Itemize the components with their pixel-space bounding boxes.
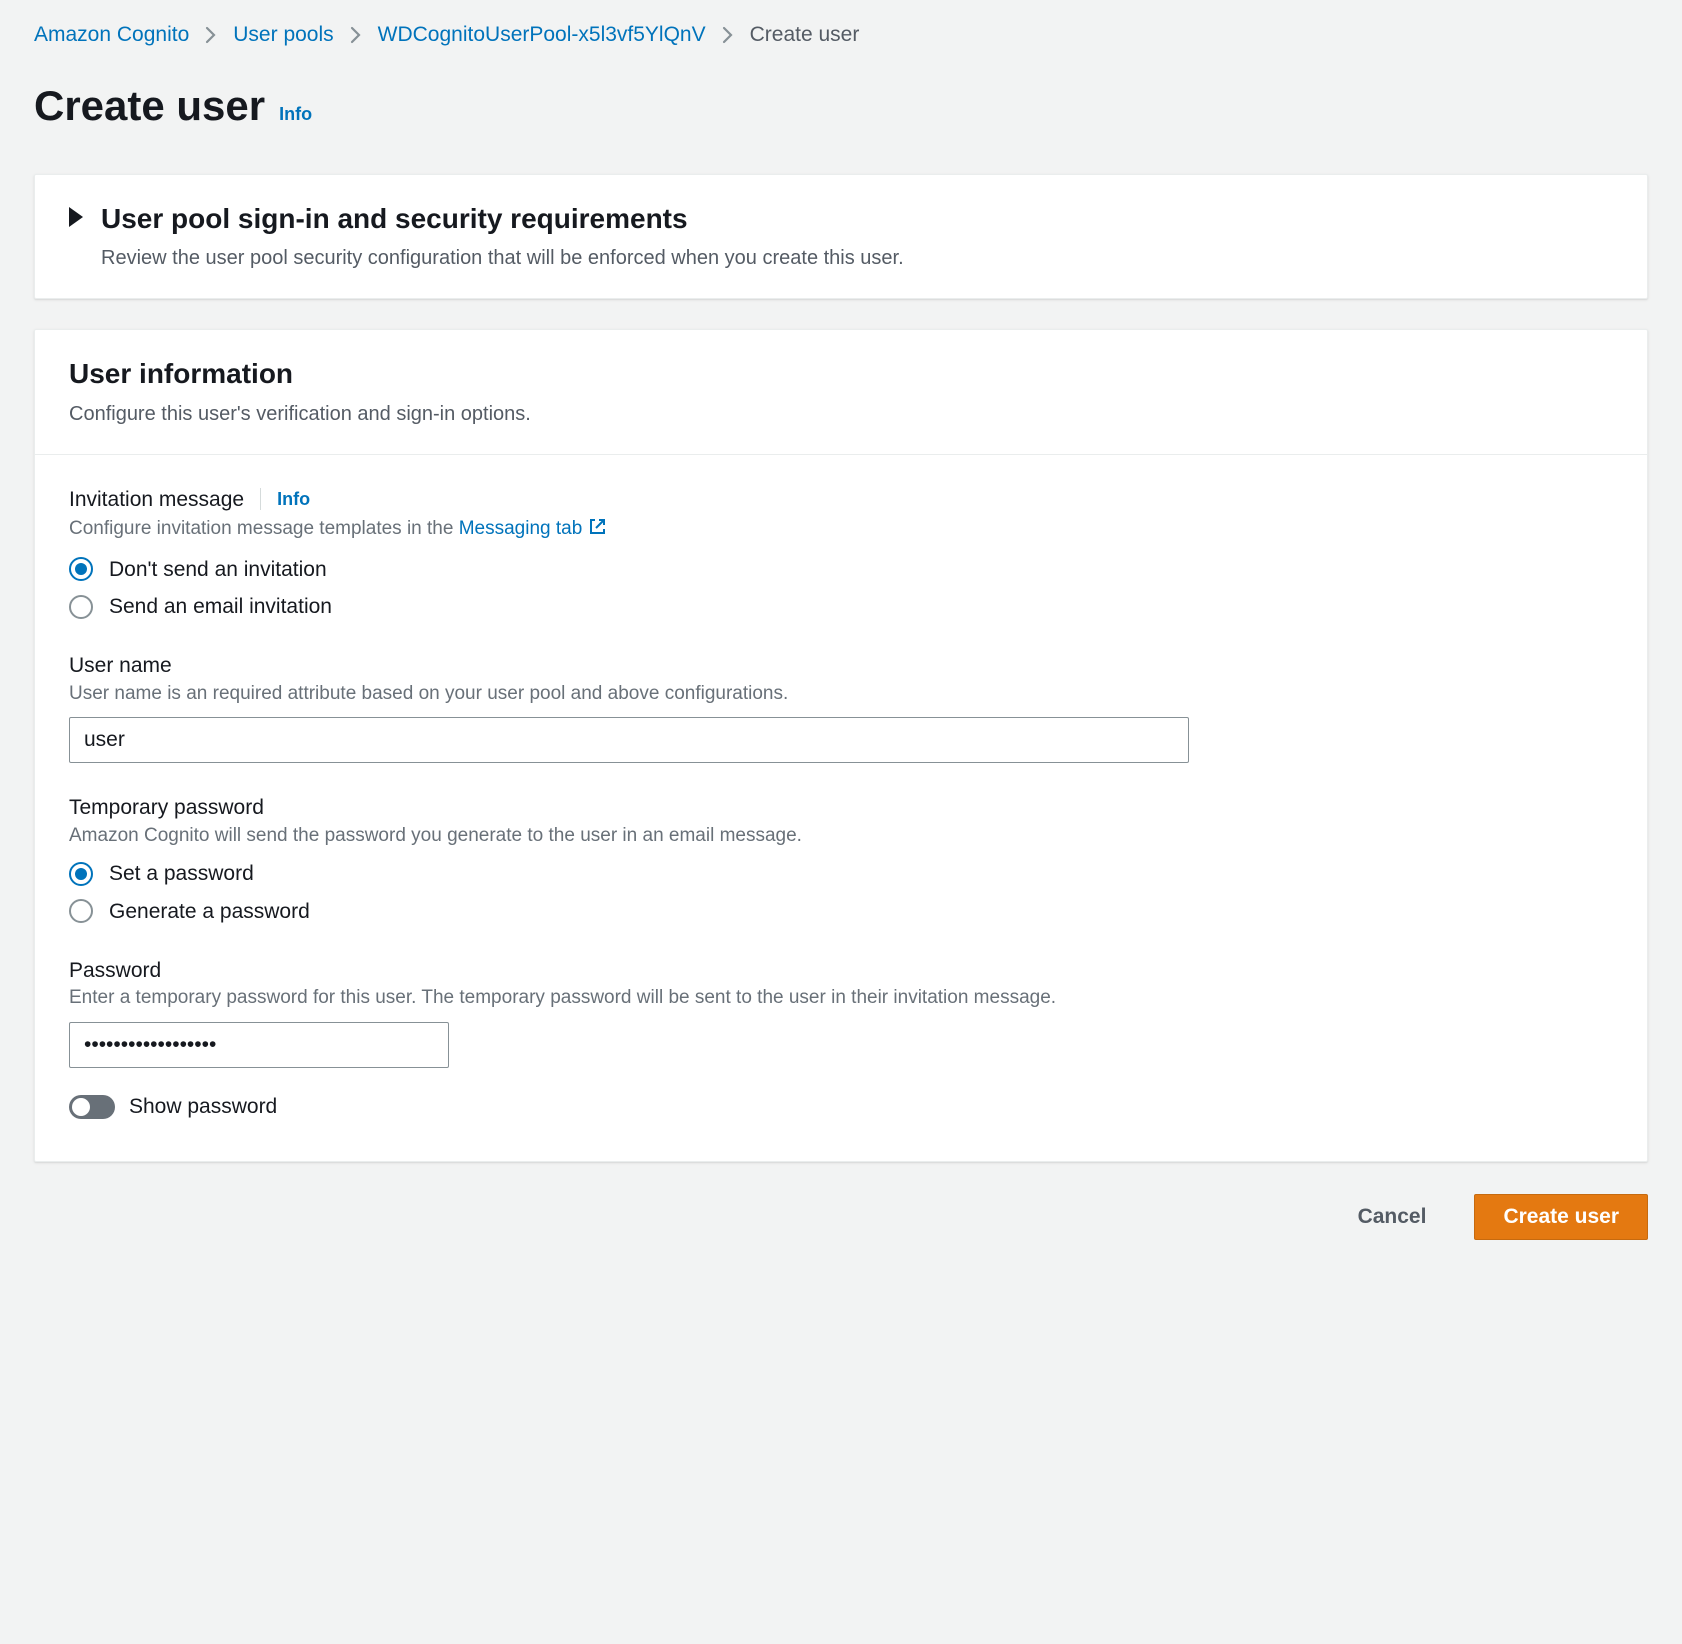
radio-label: Don't send an invitation xyxy=(109,555,327,584)
cancel-button[interactable]: Cancel xyxy=(1330,1194,1455,1240)
invitation-label: Invitation message xyxy=(69,485,244,514)
messaging-tab-link[interactable]: Messaging tab xyxy=(459,518,608,539)
invitation-radio-group: Don't send an invitation Send an email i… xyxy=(69,555,1613,622)
chevron-right-icon xyxy=(350,26,362,44)
username-help: User name is an required attribute based… xyxy=(69,681,1613,708)
show-password-toggle[interactable] xyxy=(69,1095,115,1119)
password-label: Password xyxy=(69,956,1613,985)
chevron-right-icon xyxy=(722,26,734,44)
page-title: Create user xyxy=(34,77,265,136)
toggle-knob xyxy=(72,1098,90,1116)
signin-requirements-expander[interactable]: User pool sign-in and security requireme… xyxy=(35,175,1647,298)
invitation-help: Configure invitation message templates i… xyxy=(69,516,1613,545)
password-help: Enter a temporary password for this user… xyxy=(69,985,1613,1012)
radio-label: Generate a password xyxy=(109,897,310,926)
temp-password-radio-group: Set a password Generate a password xyxy=(69,859,1613,926)
create-user-button[interactable]: Create user xyxy=(1474,1194,1648,1240)
breadcrumb-item-cognito[interactable]: Amazon Cognito xyxy=(34,20,189,49)
separator xyxy=(260,488,261,510)
radio-generate-password[interactable]: Generate a password xyxy=(69,897,1613,926)
user-info-title: User information xyxy=(69,354,1613,393)
radio-dont-send-invitation[interactable]: Don't send an invitation xyxy=(69,555,1613,584)
radio-icon xyxy=(69,899,93,923)
breadcrumb-item-pool[interactable]: WDCognitoUserPool-x5l3vf5YlQnV xyxy=(378,20,706,49)
radio-icon xyxy=(69,862,93,886)
temp-password-label: Temporary password xyxy=(69,793,1613,822)
radio-set-password[interactable]: Set a password xyxy=(69,859,1613,888)
chevron-right-icon xyxy=(205,26,217,44)
username-label: User name xyxy=(69,651,1613,680)
footer-actions: Cancel Create user xyxy=(34,1194,1648,1240)
password-input[interactable] xyxy=(69,1022,449,1068)
username-input[interactable] xyxy=(69,717,1189,763)
invitation-info-link[interactable]: Info xyxy=(277,487,310,512)
caret-right-icon xyxy=(69,207,83,227)
radio-label: Set a password xyxy=(109,859,254,888)
breadcrumb: Amazon Cognito User pools WDCognitoUserP… xyxy=(34,20,1648,49)
info-link[interactable]: Info xyxy=(279,102,312,127)
external-link-icon xyxy=(588,517,607,545)
temp-password-help: Amazon Cognito will send the password yo… xyxy=(69,823,1613,850)
radio-label: Send an email invitation xyxy=(109,592,332,621)
breadcrumb-item-current: Create user xyxy=(750,20,860,49)
show-password-label: Show password xyxy=(129,1092,277,1121)
user-information-panel: User information Configure this user's v… xyxy=(34,329,1648,1162)
signin-requirements-title: User pool sign-in and security requireme… xyxy=(101,199,904,238)
user-info-sub: Configure this user's verification and s… xyxy=(69,400,1613,428)
signin-requirements-sub: Review the user pool security configurat… xyxy=(101,244,904,272)
breadcrumb-item-userpools[interactable]: User pools xyxy=(233,20,333,49)
radio-send-email-invitation[interactable]: Send an email invitation xyxy=(69,592,1613,621)
radio-icon xyxy=(69,595,93,619)
signin-requirements-panel: User pool sign-in and security requireme… xyxy=(34,174,1648,299)
radio-icon xyxy=(69,557,93,581)
